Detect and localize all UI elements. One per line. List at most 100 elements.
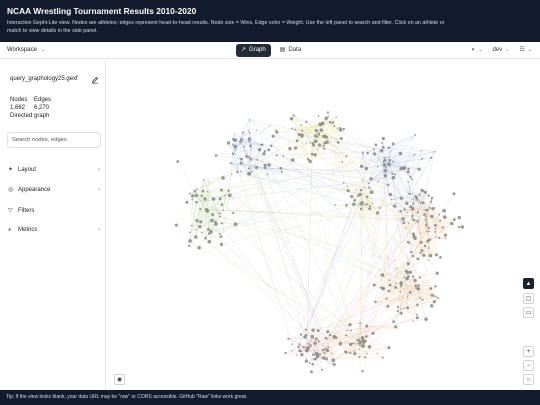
graph-node[interactable] bbox=[345, 203, 348, 207]
graph-node[interactable] bbox=[311, 328, 315, 332]
graph-node[interactable] bbox=[341, 161, 343, 163]
graph-node[interactable] bbox=[195, 188, 198, 191]
graph-node[interactable] bbox=[211, 197, 216, 201]
graph-node[interactable] bbox=[434, 227, 437, 230]
graph-node[interactable] bbox=[310, 334, 315, 339]
graph-node[interactable] bbox=[432, 299, 436, 304]
graph-node[interactable] bbox=[211, 213, 215, 217]
graph-node[interactable] bbox=[421, 150, 423, 152]
graph-node[interactable] bbox=[218, 212, 220, 214]
graph-node[interactable] bbox=[400, 285, 403, 288]
graph-node[interactable] bbox=[365, 324, 369, 328]
graph-node[interactable] bbox=[193, 189, 197, 193]
graph-node[interactable] bbox=[411, 254, 415, 258]
graph-node[interactable] bbox=[411, 202, 414, 205]
graph-node[interactable] bbox=[349, 351, 352, 354]
graph-node[interactable] bbox=[416, 220, 419, 223]
graph-edge[interactable] bbox=[306, 142, 313, 349]
pointer-button[interactable]: ▲ bbox=[523, 278, 534, 289]
graph-node[interactable] bbox=[415, 316, 419, 320]
graph-node[interactable] bbox=[418, 200, 420, 202]
graph-node[interactable] bbox=[405, 201, 409, 206]
graph-node[interactable] bbox=[220, 212, 222, 214]
graph-node[interactable] bbox=[430, 156, 433, 159]
graph-node[interactable] bbox=[415, 313, 418, 316]
graph-node[interactable] bbox=[365, 353, 368, 355]
graph-node[interactable] bbox=[305, 346, 308, 348]
zoom-in-button[interactable]: + bbox=[523, 346, 534, 357]
graph-node[interactable] bbox=[457, 225, 461, 229]
sidebar-item-filters[interactable]: ▽ Filters bbox=[8, 205, 100, 217]
graph-node[interactable] bbox=[353, 350, 356, 352]
graph-node[interactable] bbox=[381, 286, 386, 291]
graph-node[interactable] bbox=[194, 235, 198, 239]
graph-node[interactable] bbox=[375, 211, 380, 215]
graph-node[interactable] bbox=[423, 190, 427, 194]
graph-node[interactable] bbox=[200, 194, 203, 198]
graph-node[interactable] bbox=[284, 352, 287, 355]
graph-edge[interactable] bbox=[189, 232, 361, 346]
graph-node[interactable] bbox=[287, 337, 290, 340]
graph-node[interactable] bbox=[362, 341, 366, 345]
graph-node[interactable] bbox=[369, 190, 374, 195]
graph-edge[interactable] bbox=[220, 216, 352, 331]
graph-node[interactable] bbox=[331, 353, 333, 355]
graph-node[interactable] bbox=[397, 305, 400, 308]
graph-node[interactable] bbox=[428, 206, 431, 209]
graph-node[interactable] bbox=[416, 304, 419, 307]
graph-node[interactable] bbox=[269, 125, 271, 127]
graph-node[interactable] bbox=[411, 275, 415, 278]
graph-node[interactable] bbox=[388, 192, 393, 197]
network-graph[interactable] bbox=[107, 60, 540, 390]
graph-node[interactable] bbox=[319, 128, 324, 132]
graph-node[interactable] bbox=[399, 209, 402, 213]
graph-node[interactable] bbox=[292, 115, 295, 117]
graph-node[interactable] bbox=[224, 194, 226, 197]
graph-edge[interactable] bbox=[249, 141, 313, 365]
graph-node[interactable] bbox=[399, 196, 404, 200]
graph-node[interactable] bbox=[308, 159, 312, 164]
graph-node[interactable] bbox=[362, 202, 364, 204]
graph-node[interactable] bbox=[390, 198, 393, 201]
graph-node[interactable] bbox=[325, 135, 329, 139]
graph-node[interactable] bbox=[339, 126, 342, 129]
graph-node[interactable] bbox=[384, 156, 386, 159]
branch-select[interactable]: dev ⌄ bbox=[493, 45, 510, 56]
graph-node[interactable] bbox=[450, 221, 454, 226]
graph-node[interactable] bbox=[296, 354, 298, 356]
graph-node[interactable] bbox=[433, 207, 436, 209]
graph-edge[interactable] bbox=[233, 154, 293, 345]
graph-node[interactable] bbox=[427, 247, 430, 249]
graph-node[interactable] bbox=[380, 273, 385, 277]
graph-node[interactable] bbox=[263, 163, 267, 167]
graph-node[interactable] bbox=[300, 353, 304, 357]
graph-edge[interactable] bbox=[381, 134, 416, 151]
graph-node[interactable] bbox=[405, 270, 410, 275]
graph-node[interactable] bbox=[342, 127, 345, 131]
graph-node[interactable] bbox=[291, 350, 293, 352]
graph-node[interactable] bbox=[407, 275, 410, 278]
graph-node[interactable] bbox=[348, 322, 352, 327]
graph-node[interactable] bbox=[207, 180, 209, 182]
graph-node[interactable] bbox=[391, 142, 395, 146]
graph-node[interactable] bbox=[345, 155, 348, 158]
graph-edge[interactable] bbox=[292, 159, 419, 289]
graph-node[interactable] bbox=[434, 295, 437, 298]
graph-node[interactable] bbox=[414, 194, 417, 198]
graph-node[interactable] bbox=[427, 259, 429, 261]
center-button[interactable]: ○ bbox=[523, 374, 534, 385]
graph-node[interactable] bbox=[409, 205, 413, 209]
graph-node[interactable] bbox=[363, 186, 366, 189]
graph-node[interactable] bbox=[374, 300, 377, 304]
graph-node[interactable] bbox=[383, 169, 388, 173]
graph-node[interactable] bbox=[392, 160, 394, 163]
graph-node[interactable] bbox=[195, 200, 198, 204]
graph-node[interactable] bbox=[422, 253, 426, 257]
graph-node[interactable] bbox=[196, 229, 198, 231]
graph-node[interactable] bbox=[247, 137, 252, 141]
graph-node[interactable] bbox=[340, 137, 343, 140]
graph-node[interactable] bbox=[317, 114, 320, 117]
graph-node[interactable] bbox=[190, 224, 193, 227]
graph-node[interactable] bbox=[441, 226, 445, 229]
graph-edge[interactable] bbox=[219, 152, 368, 234]
